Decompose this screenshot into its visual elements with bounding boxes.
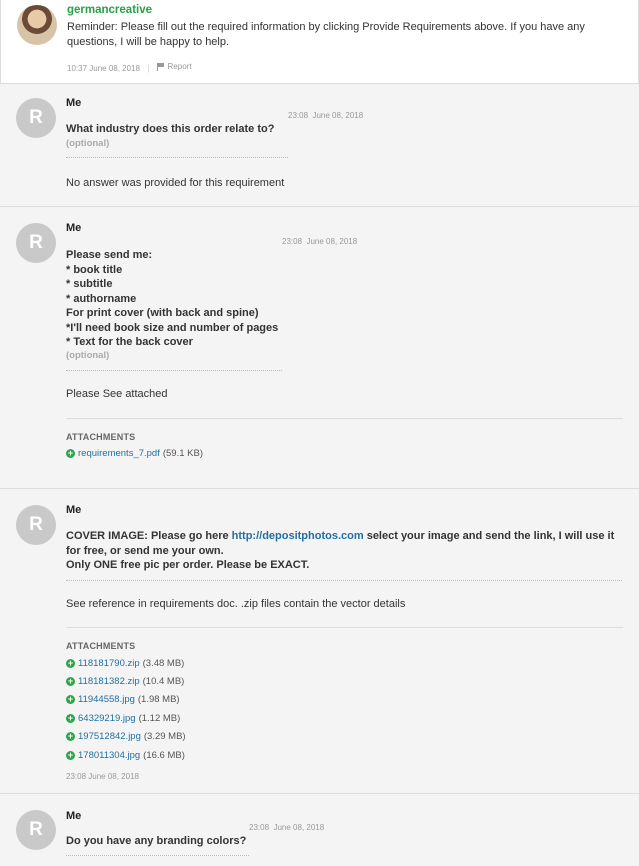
message-requirement-industry: R Me 23:08 June 08, 2018 What industry d… (0, 84, 639, 207)
attachment-size: (3.48 MB) (142, 657, 185, 669)
attachment-link[interactable]: 178011304.jpg (78, 750, 140, 761)
attachment-item: + 64329219.jpg (1.12 MB) (66, 709, 186, 727)
optional-tag: (optional) (66, 138, 110, 149)
attachments-list: + requirements_7.pdf (59.1 KB) (66, 444, 203, 462)
plus-circle-icon: + (66, 676, 75, 687)
sender-name: Me (66, 810, 82, 822)
message-timestamp: 23:08 June 08, 2018 (282, 237, 357, 246)
message-date: June 08, 2018 (306, 237, 358, 246)
plus-circle-icon: + (66, 749, 75, 760)
question-line: * subtitle (66, 278, 113, 290)
message-date: June 08, 2018 (312, 111, 364, 120)
message-text: Reminder: Please fill out the required i… (67, 21, 585, 48)
attachment-link[interactable]: requirements_7.pdf (78, 448, 160, 459)
attachment-size: (1.98 MB) (137, 694, 180, 706)
requirement-question: Please send me: * book title * subtitle … (66, 248, 278, 350)
avatar: R (16, 98, 56, 138)
message-date: June 08, 2018 (273, 823, 325, 832)
sender-name: Me (66, 504, 82, 516)
plus-circle-icon: + (66, 694, 75, 705)
message-time: 10:37 (67, 63, 88, 73)
attachments-heading: ATTACHMENTS (66, 641, 136, 651)
plus-circle-icon: + (66, 657, 75, 668)
attachment-item: + 118181382.zip (10.4 MB) (66, 672, 186, 690)
sender-name: Me (66, 97, 82, 109)
plus-circle-icon: + (66, 731, 75, 742)
report-label: Report (167, 62, 192, 71)
requirement-answer: Please See attached (66, 388, 168, 400)
requirement-question: COVER IMAGE: Please go here http://depos… (66, 529, 622, 573)
divider (66, 370, 282, 371)
question-line: * authorname (66, 292, 137, 305)
attachment-item: + 197512842.jpg (3.29 MB) (66, 728, 186, 746)
question-line: Please send me: (66, 249, 153, 261)
divider (66, 580, 622, 581)
question-text: COVER IMAGE: Please go here (66, 530, 232, 542)
attachment-size: (59.1 KB) (162, 447, 203, 459)
requirement-answer: No answer was provided for this requirem… (66, 177, 285, 189)
attachments-heading: ATTACHMENTS (66, 432, 136, 442)
attachment-link[interactable]: 118181382.zip (78, 676, 140, 687)
attachment-item: + requirements_7.pdf (59.1 KB) (66, 444, 203, 462)
requirement-answer: See reference in requirements doc. .zip … (66, 598, 406, 610)
requirement-question: What industry does this order relate to? (66, 123, 275, 135)
optional-tag: (optional) (66, 350, 110, 361)
message-footer: 10:37 June 08, 2018 | Report (67, 62, 192, 73)
attachment-link[interactable]: 11944558.jpg (78, 694, 135, 705)
message-timestamp: 23:08 June 08, 2018 (249, 823, 324, 832)
avatar: R (16, 810, 56, 850)
divider (66, 855, 249, 856)
avatar: R (16, 505, 56, 545)
divider: | (147, 63, 150, 73)
question-line: For print cover (with back and spine) (66, 307, 259, 319)
divider (66, 627, 623, 628)
message-seller-reminder: germancreative Reminder: Please fill out… (0, 0, 639, 84)
plus-circle-icon: + (66, 712, 75, 723)
message-requirement-cover-image: R Me COVER IMAGE: Please go here http://… (0, 489, 639, 794)
attachment-link[interactable]: 118181790.zip (78, 658, 140, 669)
attachment-size: (10.4 MB) (142, 676, 185, 688)
report-link[interactable]: Report (156, 62, 192, 71)
message-time: 23:08 (66, 772, 87, 781)
attachment-size: (1.12 MB) (138, 712, 181, 724)
question-line: *I'll need book size and number of pages (66, 321, 279, 334)
question-line: * Text for the back cover (66, 336, 193, 348)
question-line: * book title (66, 263, 123, 276)
flag-icon (156, 62, 165, 71)
question-line: Only ONE free pic per order. Please be E… (66, 559, 310, 571)
attachment-size: (16.6 MB) (143, 749, 185, 761)
avatar: R (16, 223, 56, 263)
attachment-link[interactable]: 64329219.jpg (78, 713, 136, 724)
message-time: 23:08 (288, 111, 309, 120)
attachment-link[interactable]: 197512842.jpg (78, 731, 141, 742)
message-feed: germancreative Reminder: Please fill out… (0, 0, 639, 866)
message-requirement-branding: R Me 23:08 June 08, 2018 Do you have any… (0, 794, 639, 866)
message-requirement-book-info: R Me 23:08 June 08, 2018 Please send me:… (0, 207, 639, 489)
message-date: June 08, 2018 (88, 772, 139, 781)
attachment-item: + 178011304.jpg (16.6 MB) (66, 746, 186, 764)
message-time: 23:08 (282, 237, 303, 246)
divider (66, 418, 623, 419)
requirement-question: Do you have any branding colors? (66, 835, 247, 847)
message-timestamp: 23:08 June 08, 2018 (288, 111, 363, 120)
seller-avatar[interactable] (17, 5, 57, 45)
message-time: 23:08 (249, 823, 270, 832)
sender-name[interactable]: germancreative (67, 4, 152, 16)
attachment-size: (3.29 MB) (143, 731, 186, 743)
message-date: June 08, 2018 (89, 63, 140, 73)
depositphotos-link[interactable]: http://depositphotos.com (232, 530, 364, 542)
attachment-item: + 118181790.zip (3.48 MB) (66, 654, 186, 672)
sender-name: Me (66, 222, 82, 234)
attachments-list: + 118181790.zip (3.48 MB) + 118181382.zi… (66, 654, 186, 764)
attachment-item: + 11944558.jpg (1.98 MB) (66, 691, 186, 709)
message-footer: 23:08 June 08, 2018 (66, 772, 139, 781)
plus-circle-icon: + (66, 447, 75, 458)
divider (66, 157, 288, 158)
